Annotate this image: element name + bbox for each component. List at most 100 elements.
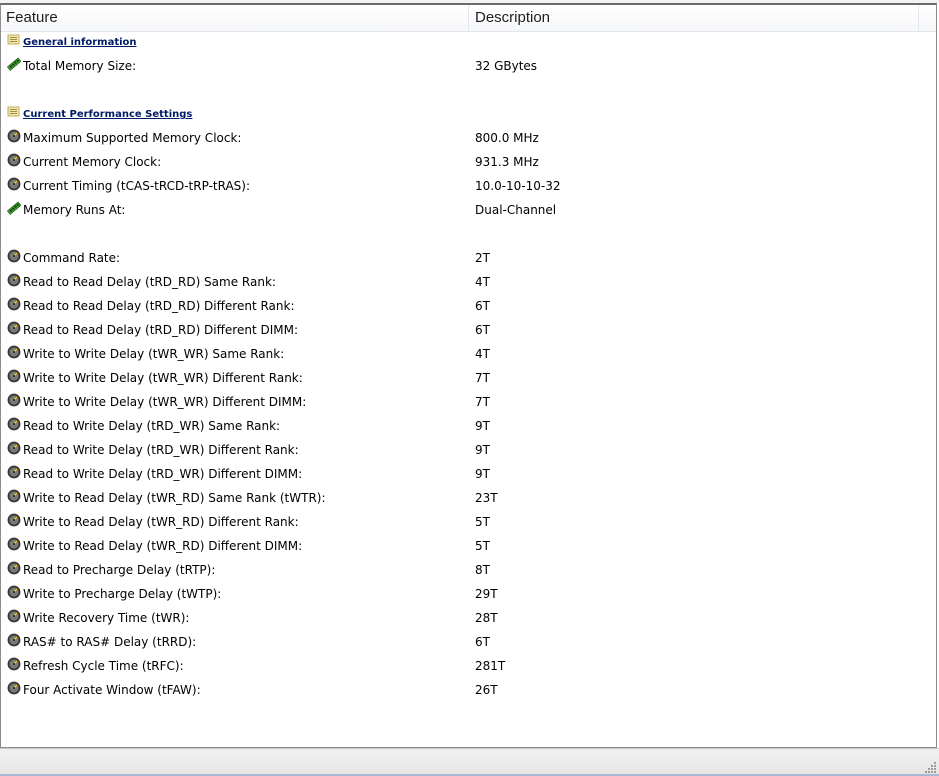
gauge-icon	[7, 441, 21, 455]
feature-label: Command Rate:	[23, 251, 121, 265]
gauge-icon	[7, 513, 21, 527]
description-value: 9T	[475, 467, 490, 481]
list-item[interactable]: Read to Read Delay (tRD_RD) Different Ra…	[1, 295, 936, 319]
memory-module-icon	[6, 57, 22, 71]
feature-label: Total Memory Size:	[23, 59, 137, 73]
gauge-icon	[7, 393, 21, 407]
feature-label: Read to Precharge Delay (tRTP):	[23, 563, 216, 577]
feature-label: Write to Precharge Delay (tWTP):	[23, 587, 222, 601]
list-item[interactable]: Read to Write Delay (tRD_WR) Different D…	[1, 463, 936, 487]
description-value: 5T	[475, 515, 490, 529]
gauge-icon	[7, 249, 21, 263]
description-value: 6T	[475, 323, 490, 337]
list-item[interactable]: Read to Read Delay (tRD_RD) Same Rank: 4T	[1, 271, 936, 295]
list-item[interactable]: Total Memory Size: 32 GBytes	[1, 55, 936, 79]
gauge-icon	[7, 345, 21, 359]
description-value: 800.0 MHz	[475, 131, 539, 145]
gauge-icon	[7, 153, 21, 167]
description-value: 10.0-10-10-32	[475, 179, 561, 193]
list-item[interactable]: Write to Write Delay (tWR_WR) Different …	[1, 391, 936, 415]
gauge-icon	[7, 657, 21, 671]
list-item[interactable]: Current Memory Clock: 931.3 MHz	[1, 151, 936, 175]
list-item[interactable]: Write to Precharge Delay (tWTP): 29T	[1, 583, 936, 607]
gauge-icon	[7, 417, 21, 431]
list-item[interactable]: Maximum Supported Memory Clock: 800.0 MHz	[1, 127, 936, 151]
description-value: 5T	[475, 539, 490, 553]
feature-label: Write to Write Delay (tWR_WR) Different …	[23, 395, 307, 409]
gauge-icon	[7, 609, 21, 623]
feature-label: Write to Read Delay (tWR_RD) Different D…	[23, 539, 303, 553]
gauge-icon	[7, 681, 21, 695]
gauge-icon	[7, 489, 21, 503]
feature-label: Read to Read Delay (tRD_RD) Different Ra…	[23, 299, 295, 313]
feature-label: Current Timing (tCAS-tRCD-tRP-tRAS):	[23, 179, 251, 193]
description-value: 28T	[475, 611, 498, 625]
description-value: 26T	[475, 683, 498, 697]
blank-row	[1, 79, 936, 103]
resize-grip-icon[interactable]	[925, 761, 937, 773]
feature-label: Write to Read Delay (tWR_RD) Different R…	[23, 515, 299, 529]
list-item[interactable]: Write to Read Delay (tWR_RD) Different D…	[1, 535, 936, 559]
description-value: 9T	[475, 419, 490, 433]
gauge-icon	[7, 129, 21, 143]
gauge-icon	[7, 177, 21, 191]
feature-label: Refresh Cycle Time (tRFC):	[23, 659, 184, 673]
list-item[interactable]: Write to Write Delay (tWR_WR) Same Rank:…	[1, 343, 936, 367]
feature-label: Read to Write Delay (tRD_WR) Different D…	[23, 467, 303, 481]
feature-label: Write Recovery Time (tWR):	[23, 611, 190, 625]
list-item[interactable]: RAS# to RAS# Delay (tRRD): 6T	[1, 631, 936, 655]
section-header[interactable]: General information	[1, 31, 936, 55]
gauge-icon	[7, 297, 21, 311]
description-value: 7T	[475, 371, 490, 385]
section-title: Current Performance Settings	[23, 109, 193, 120]
list-item[interactable]: Command Rate: 2T	[1, 247, 936, 271]
list-item[interactable]: Read to Precharge Delay (tRTP): 8T	[1, 559, 936, 583]
list-item[interactable]: Read to Read Delay (tRD_RD) Different DI…	[1, 319, 936, 343]
list-header: Feature Description	[1, 5, 936, 32]
gauge-icon	[7, 321, 21, 335]
column-header-description[interactable]: Description	[469, 5, 919, 31]
description-value: Dual-Channel	[475, 203, 557, 217]
section-header[interactable]: Current Performance Settings	[1, 103, 936, 127]
list-item[interactable]: Read to Write Delay (tRD_WR) Same Rank: 9…	[1, 415, 936, 439]
feature-label: Write to Write Delay (tWR_WR) Same Rank:	[23, 347, 285, 361]
gauge-icon	[7, 537, 21, 551]
memory-module-icon	[6, 201, 22, 215]
description-value: 6T	[475, 299, 490, 313]
list-item[interactable]: Four Activate Window (tFAW): 26T	[1, 679, 936, 703]
list-item[interactable]: Refresh Cycle Time (tRFC): 281T	[1, 655, 936, 679]
notes-icon	[7, 33, 21, 47]
description-value: 8T	[475, 563, 490, 577]
description-value: 931.3 MHz	[475, 155, 539, 169]
gauge-icon	[7, 633, 21, 647]
description-value: 281T	[475, 659, 506, 673]
notes-icon	[7, 105, 21, 119]
list-item[interactable]: Write to Write Delay (tWR_WR) Different …	[1, 367, 936, 391]
list-item[interactable]: Write to Read Delay (tWR_RD) Same Rank (…	[1, 487, 936, 511]
description-value: 23T	[475, 491, 498, 505]
feature-label: Read to Write Delay (tRD_WR) Different R…	[23, 443, 299, 457]
list-item[interactable]: Write Recovery Time (tWR): 28T	[1, 607, 936, 631]
gauge-icon	[7, 585, 21, 599]
feature-label: Current Memory Clock:	[23, 155, 162, 169]
feature-list-view[interactable]: Feature Description General information T…	[0, 3, 937, 748]
description-value: 4T	[475, 347, 490, 361]
feature-label: Read to Write Delay (tRD_WR) Same Rank:	[23, 419, 281, 433]
list-item[interactable]: Write to Read Delay (tWR_RD) Different R…	[1, 511, 936, 535]
list-item[interactable]: Current Timing (tCAS-tRCD-tRP-tRAS): 10.0…	[1, 175, 936, 199]
blank-row	[1, 223, 936, 247]
list-item[interactable]: Read to Write Delay (tRD_WR) Different R…	[1, 439, 936, 463]
description-value: 6T	[475, 635, 490, 649]
status-bar	[0, 748, 939, 776]
description-value: 2T	[475, 251, 490, 265]
gauge-icon	[7, 273, 21, 287]
section-title: General information	[23, 37, 137, 48]
column-header-feature[interactable]: Feature	[1, 5, 469, 31]
feature-label: RAS# to RAS# Delay (tRRD):	[23, 635, 197, 649]
list-item[interactable]: Memory Runs At: Dual-Channel	[1, 199, 936, 223]
feature-label: Write to Read Delay (tWR_RD) Same Rank (…	[23, 491, 326, 505]
feature-label: Four Activate Window (tFAW):	[23, 683, 201, 697]
description-value: 29T	[475, 587, 498, 601]
feature-label: Maximum Supported Memory Clock:	[23, 131, 242, 145]
feature-label: Read to Read Delay (tRD_RD) Different DI…	[23, 323, 298, 337]
